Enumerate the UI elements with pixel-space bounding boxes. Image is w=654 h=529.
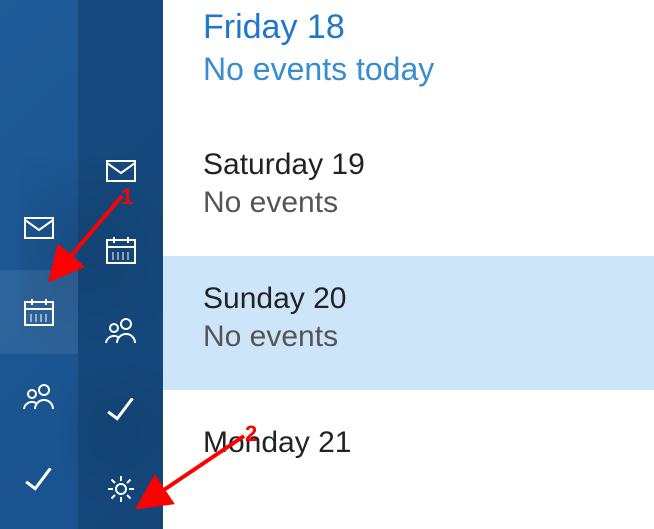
gear-icon: [106, 474, 136, 504]
day-subtitle: No events: [203, 186, 654, 220]
todo-icon: [106, 398, 136, 422]
outer-mail-button[interactable]: [0, 186, 78, 270]
day-item[interactable]: Monday 21: [163, 390, 654, 466]
calendar-icon: [24, 298, 54, 326]
day-title: Sunday 20: [203, 282, 654, 316]
agenda-list: Friday 18 No events today Saturday 19 No…: [163, 0, 654, 529]
day-subtitle: No events: [203, 320, 654, 354]
day-title: Friday 18: [203, 8, 654, 47]
mail-icon: [106, 160, 136, 182]
annotation-label-1: 1: [121, 184, 133, 210]
outer-todo-button[interactable]: [0, 438, 78, 522]
day-today[interactable]: Friday 18 No events today: [163, 0, 654, 112]
inner-calendar-button[interactable]: [78, 210, 163, 290]
outer-people-button[interactable]: [0, 354, 78, 438]
day-item-selected[interactable]: Sunday 20 No events: [163, 256, 654, 390]
day-item[interactable]: Saturday 19 No events: [163, 112, 654, 248]
todo-icon: [24, 468, 54, 492]
app-rail-outer: [0, 0, 78, 529]
day-title: Saturday 19: [203, 148, 654, 182]
day-subtitle: No events today: [203, 51, 654, 88]
day-title: Monday 21: [203, 426, 654, 460]
people-icon: [105, 316, 137, 344]
annotation-label-2: 2: [245, 421, 257, 447]
people-icon: [23, 382, 55, 410]
inner-settings-button[interactable]: [78, 449, 163, 529]
inner-todo-button[interactable]: [78, 370, 163, 450]
calendar-icon: [106, 236, 136, 264]
inner-people-button[interactable]: [78, 290, 163, 370]
app-rail-inner: [78, 0, 163, 529]
outer-calendar-button[interactable]: [0, 270, 78, 354]
mail-icon: [24, 217, 54, 239]
